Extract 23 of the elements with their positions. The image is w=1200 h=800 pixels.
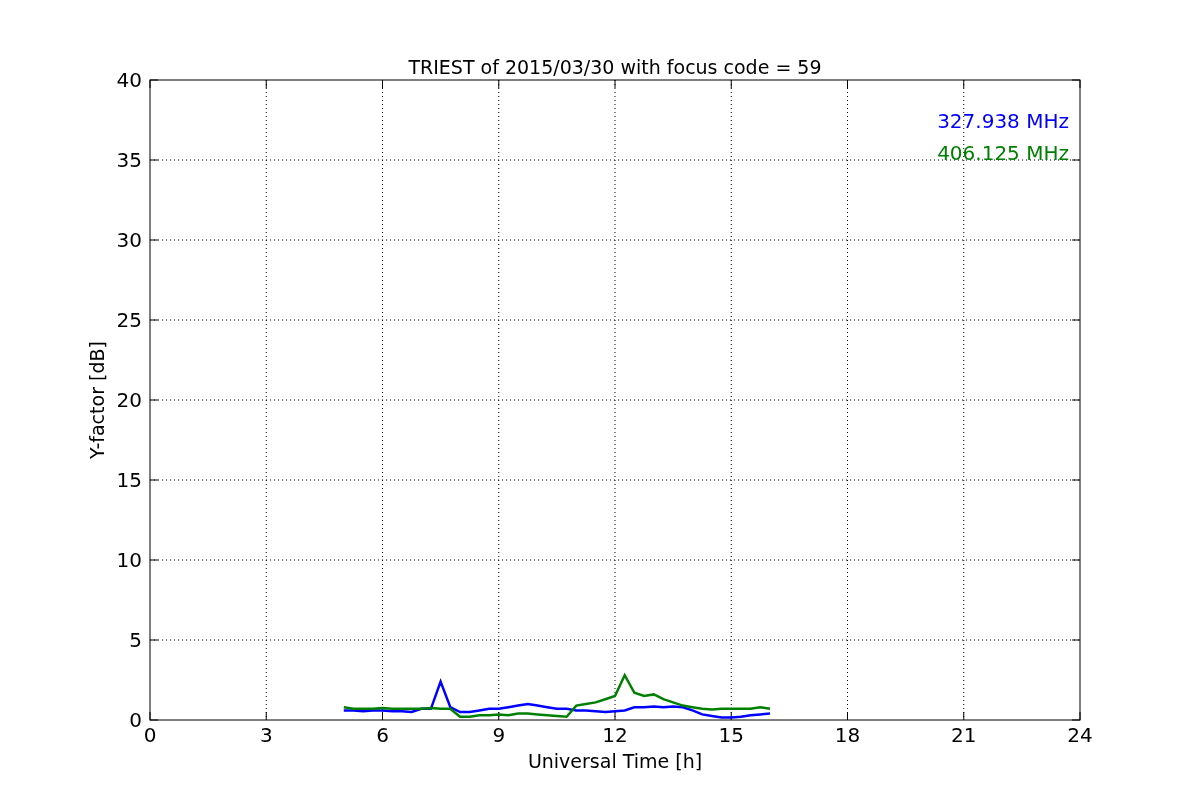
x-tick-label: 21 [951, 723, 977, 747]
y-tick-label: 40 [116, 68, 142, 92]
y-tick-label: 0 [129, 708, 142, 732]
legend-label: 327.938 MHz [937, 109, 1069, 133]
y-tick-label: 15 [116, 468, 142, 492]
y-axis-label: Y-factor [dB] [86, 341, 108, 459]
chart-title: TRIEST of 2015/03/30 with focus code = 59 [408, 56, 822, 78]
x-tick-label: 9 [492, 723, 506, 747]
x-tick-label: 12 [602, 723, 628, 747]
y-tick-label: 30 [116, 228, 142, 252]
x-tick-label: 18 [834, 723, 861, 747]
y-tick-label: 35 [116, 148, 142, 172]
legend-label: 406.125 MHz [937, 141, 1069, 165]
x-tick-label: 3 [259, 723, 273, 747]
x-tick-label: 15 [718, 723, 744, 747]
x-tick-label: 0 [143, 723, 157, 747]
y-tick-label: 20 [116, 388, 142, 412]
x-tick-label: 6 [376, 723, 389, 747]
x-axis-label: Universal Time [h] [527, 750, 703, 772]
x-tick-label: 24 [1067, 723, 1093, 747]
y-tick-label: 5 [129, 628, 142, 652]
y-tick-label: 10 [116, 548, 142, 572]
y-tick-label: 25 [116, 308, 142, 332]
